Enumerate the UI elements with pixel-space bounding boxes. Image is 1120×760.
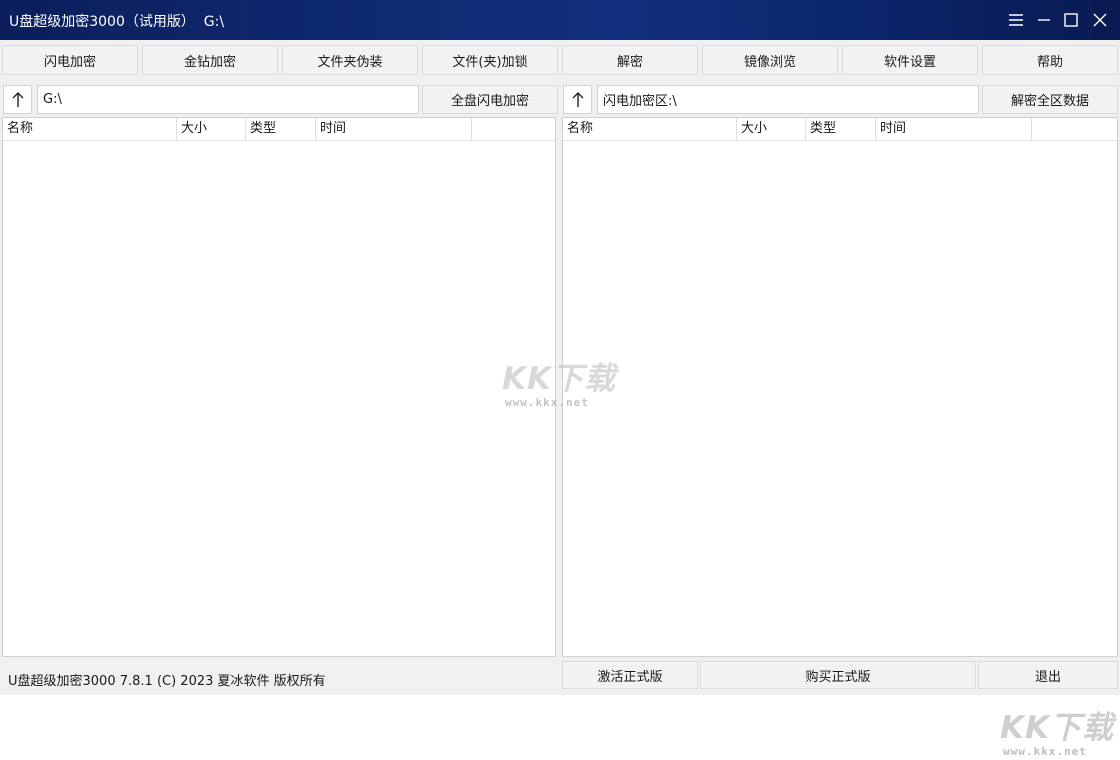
decrypt-button[interactable]: 解密 xyxy=(562,45,698,75)
folder-disguise-button[interactable]: 文件夹伪装 xyxy=(282,45,418,75)
watermark-url: www.kkx.net xyxy=(505,396,589,409)
close-icon[interactable] xyxy=(1088,8,1112,32)
exit-button[interactable]: 退出 xyxy=(978,661,1118,689)
arrow-up-icon xyxy=(12,91,23,107)
left-file-list[interactable]: 名称 大小 类型 时间 xyxy=(2,117,556,657)
left-up-button[interactable] xyxy=(3,85,32,114)
maximize-icon[interactable] xyxy=(1059,8,1083,32)
full-disk-flash-encrypt-button[interactable]: 全盘闪电加密 xyxy=(422,85,558,114)
column-type[interactable]: 类型 xyxy=(806,118,876,140)
arrow-up-icon xyxy=(572,91,583,107)
minimize-icon[interactable] xyxy=(1032,8,1056,32)
column-type[interactable]: 类型 xyxy=(246,118,316,140)
decrypt-all-button[interactable]: 解密全区数据 xyxy=(982,85,1118,114)
app-window: U盘超级加密3000（试用版） G:\ 闪电加密 金钻加密 文件夹伪装 文件(夹… xyxy=(0,0,1120,695)
column-name[interactable]: 名称 xyxy=(563,118,737,140)
watermark-url-corner: www.kkx.net xyxy=(1003,745,1087,758)
buy-button[interactable]: 购买正式版 xyxy=(700,661,976,689)
watermark-logo-corner: KK下载 xyxy=(1000,710,1115,746)
right-file-list[interactable]: 名称 大小 类型 时间 xyxy=(562,117,1118,657)
settings-button[interactable]: 软件设置 xyxy=(842,45,978,75)
flash-encrypt-button[interactable]: 闪电加密 xyxy=(2,45,138,75)
window-title: U盘超级加密3000（试用版） G:\ xyxy=(9,14,225,30)
right-up-button[interactable] xyxy=(563,85,592,114)
left-list-header: 名称 大小 类型 时间 xyxy=(3,118,555,141)
status-text: U盘超级加密3000 7.8.1 (C) 2023 夏冰软件 版权所有 xyxy=(8,674,326,689)
file-lock-button[interactable]: 文件(夹)加锁 xyxy=(422,45,558,75)
right-list-header: 名称 大小 类型 时间 xyxy=(563,118,1117,141)
diamond-encrypt-button[interactable]: 金钻加密 xyxy=(142,45,278,75)
help-button[interactable]: 帮助 xyxy=(982,45,1118,75)
column-time[interactable]: 时间 xyxy=(316,118,472,140)
watermark-logo: KK下载 xyxy=(502,361,617,397)
title-bar[interactable]: U盘超级加密3000（试用版） G:\ xyxy=(0,0,1120,40)
mirror-browse-button[interactable]: 镜像浏览 xyxy=(702,45,838,75)
right-path-field[interactable]: 闪电加密区:\ xyxy=(597,85,979,114)
column-size[interactable]: 大小 xyxy=(177,118,246,140)
column-time[interactable]: 时间 xyxy=(876,118,1032,140)
activate-button[interactable]: 激活正式版 xyxy=(562,661,698,689)
column-size[interactable]: 大小 xyxy=(737,118,806,140)
column-name[interactable]: 名称 xyxy=(3,118,177,140)
menu-icon[interactable] xyxy=(1004,8,1028,32)
left-path-field[interactable]: G:\ xyxy=(37,85,419,114)
